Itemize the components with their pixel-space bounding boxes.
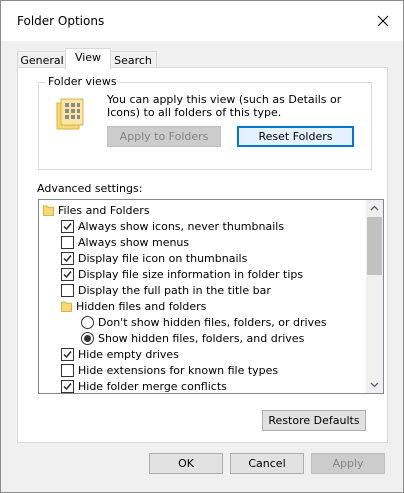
checkbox-option-row[interactable]: Hide extensions for known file types [61,362,278,378]
apply-button[interactable]: Apply [311,453,385,474]
tree-group-row: Hidden files and folders [61,298,206,314]
folder-views-legend: Folder views [46,75,119,88]
option-label: Hide folder merge conflicts [78,379,227,393]
reset-folders-button[interactable]: Reset Folders [237,126,354,147]
option-label: Hide extensions for known file types [78,363,279,377]
folder-icon [43,204,54,216]
option-label: Show hidden files, folders, and drives [98,331,305,345]
checkbox-option-row[interactable]: Hide empty drives [61,346,179,362]
check-icon [63,382,72,390]
title-bar: Folder Options [1,1,403,41]
scroll-thumb[interactable] [367,217,382,275]
advanced-settings-tree[interactable]: Files and Folders Always show icons, neve… [38,199,384,394]
view-tab-panel: Folder views You can apply this view (su… [17,67,388,443]
tab-view-label: View [74,51,102,64]
advanced-settings-label: Advanced settings: [37,182,143,195]
chevron-up-icon [370,205,379,211]
checkbox-option-row[interactable]: Always show menus [61,234,189,250]
vertical-scrollbar[interactable] [366,200,383,393]
checkbox-option-row[interactable]: Display file icon on thumbnails [61,250,247,266]
checkbox-unchecked[interactable] [61,363,74,377]
check-icon [63,254,72,262]
close-icon [377,15,389,27]
folder-views-description: You can apply this view (such as Details… [107,93,342,119]
checkbox-unchecked[interactable] [61,235,74,249]
check-icon [63,350,72,358]
folder-icon [61,300,72,312]
advanced-settings-list: Files and Folders Always show icons, neve… [39,200,349,393]
checkbox-option-row[interactable]: Display the full path in the title bar [61,282,271,298]
option-label: Always show menus [78,235,190,249]
checkbox-checked[interactable] [61,251,74,265]
checkbox-option-row[interactable]: Always show icons, never thumbnails [61,218,284,234]
checkbox-checked[interactable] [61,219,74,233]
radio-option-row[interactable]: Don't show hidden files, folders, or dri… [81,314,327,330]
radio-selected[interactable] [81,331,94,345]
check-icon [63,222,72,230]
option-label: Display file icon on thumbnails [78,251,248,265]
option-label: Always show icons, never thumbnails [78,219,285,233]
option-label: Display file size information in folder … [78,267,304,281]
checkbox-unchecked[interactable] [61,283,74,297]
folder-options-dialog: Folder Options General View Search Folde… [0,0,404,493]
scroll-down-button[interactable] [366,376,383,393]
checkbox-checked[interactable] [61,347,74,361]
folder-view-icon [55,97,85,131]
radio-option-row[interactable]: Show hidden files, folders, and drives [81,330,304,346]
cancel-button[interactable]: Cancel [230,453,304,474]
restore-defaults-button[interactable]: Restore Defaults [262,410,366,431]
checkbox-option-row[interactable]: Hide folder merge conflicts [61,378,227,393]
scroll-up-button[interactable] [366,200,383,217]
check-icon [63,270,72,278]
close-button[interactable] [373,11,393,31]
radio-unselected[interactable] [81,315,94,329]
folder-views-group: Folder views You can apply this view (su… [38,75,372,170]
checkbox-option-row[interactable]: Display file size information in folder … [61,266,303,282]
option-label: Files and Folders [58,203,150,217]
tab-view[interactable]: View [65,48,111,70]
ok-button[interactable]: OK [149,453,223,474]
tree-group-row: Files and Folders [43,202,150,218]
option-label: Hidden files and folders [76,299,207,313]
option-label: Display the full path in the title bar [78,283,271,297]
apply-to-folders-button[interactable]: Apply to Folders [107,126,221,147]
window-title: Folder Options [17,14,105,28]
tab-general-label: General [20,54,64,67]
tab-search-label: Search [114,54,152,67]
checkbox-checked[interactable] [61,267,74,281]
option-label: Hide empty drives [78,347,179,361]
checkbox-checked[interactable] [61,379,74,393]
option-label: Don't show hidden files, folders, or dri… [98,315,327,329]
chevron-down-icon [370,382,379,388]
